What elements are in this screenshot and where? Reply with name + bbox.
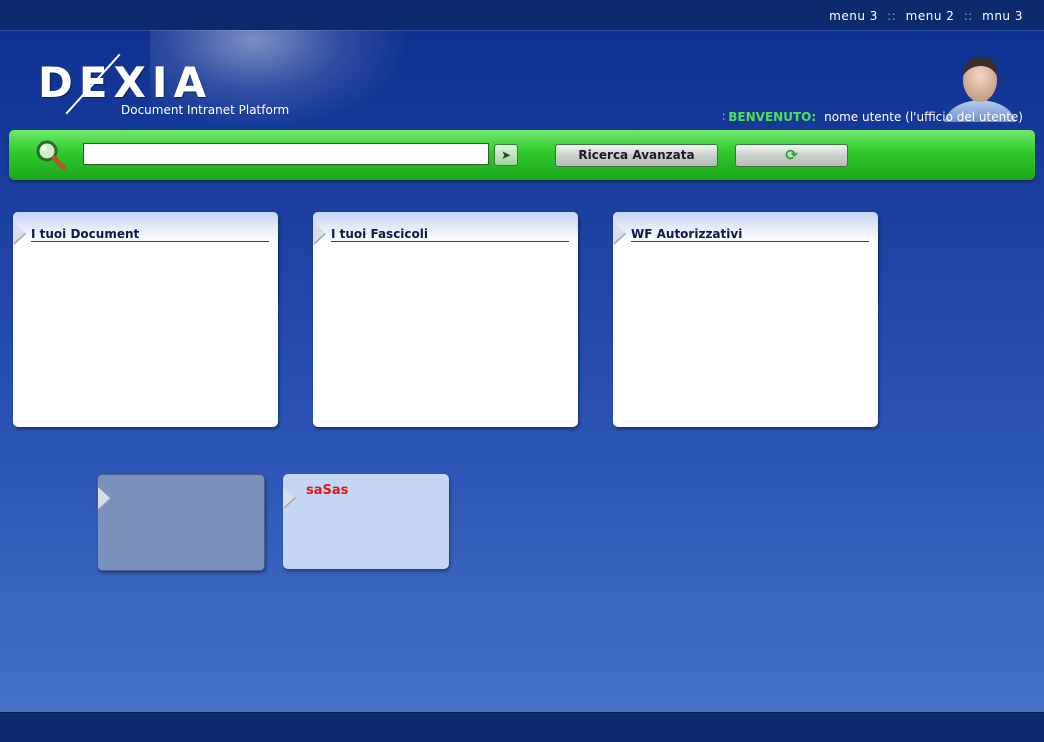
top-bar: menu 3 :: menu 2 :: mnu 3 xyxy=(0,0,1044,31)
top-menu-item-1[interactable]: menu 3 xyxy=(829,9,878,23)
panel-tab-arrow-icon[interactable] xyxy=(613,222,625,244)
panel-tab-arrow-icon[interactable] xyxy=(313,222,325,244)
search-go-button[interactable]: ➤ xyxy=(494,144,518,166)
menu-separator: :: xyxy=(887,9,897,23)
panel-title: I tuoi Document xyxy=(31,227,269,242)
refresh-button[interactable]: ⟳ xyxy=(735,144,848,167)
card-tab-arrow-icon[interactable] xyxy=(98,487,110,509)
user-name: nome utente (l'ufficio del utente) xyxy=(824,110,1023,124)
card-empty xyxy=(97,474,265,571)
card-tab-arrow-icon[interactable] xyxy=(283,486,295,508)
advanced-search-button[interactable]: Ricerca Avanzata xyxy=(555,144,718,167)
panel-fascicoli: I tuoi Fascicoli xyxy=(313,212,578,427)
top-menu: menu 3 :: menu 2 :: mnu 3 xyxy=(829,9,1023,23)
welcome-label: BENVENUTO: xyxy=(728,110,817,124)
panel-documents: I tuoi Document xyxy=(13,212,278,427)
top-menu-item-3[interactable]: mnu 3 xyxy=(982,9,1023,23)
panel-title: I tuoi Fascicoli xyxy=(331,227,569,242)
logo-subtitle: Document Intranet Platform xyxy=(121,103,290,117)
card-sasas: saSas xyxy=(283,474,449,569)
magnifier-icon xyxy=(36,140,67,171)
bullet-arrow-icon: ∶ xyxy=(722,110,726,124)
panel-tab-arrow-icon[interactable] xyxy=(13,222,25,244)
panel-title: WF Autorizzativi xyxy=(631,227,869,242)
search-bar: ➤ Ricerca Avanzata ⟳ xyxy=(9,130,1035,180)
top-menu-item-2[interactable]: menu 2 xyxy=(906,9,955,23)
refresh-icon: ⟳ xyxy=(785,146,798,164)
card-label: saSas xyxy=(306,483,349,498)
search-input[interactable] xyxy=(83,143,489,165)
menu-separator: :: xyxy=(963,9,973,23)
panel-wf-autorizzativi: WF Autorizzativi xyxy=(613,212,878,427)
arrow-right-icon: ➤ xyxy=(500,148,512,162)
welcome-message: ∶ BENVENUTO: nome utente (l'ufficio del ut… xyxy=(722,110,1023,124)
bottom-bar xyxy=(0,712,1044,742)
dexia-logo: DEXIA xyxy=(38,58,213,107)
